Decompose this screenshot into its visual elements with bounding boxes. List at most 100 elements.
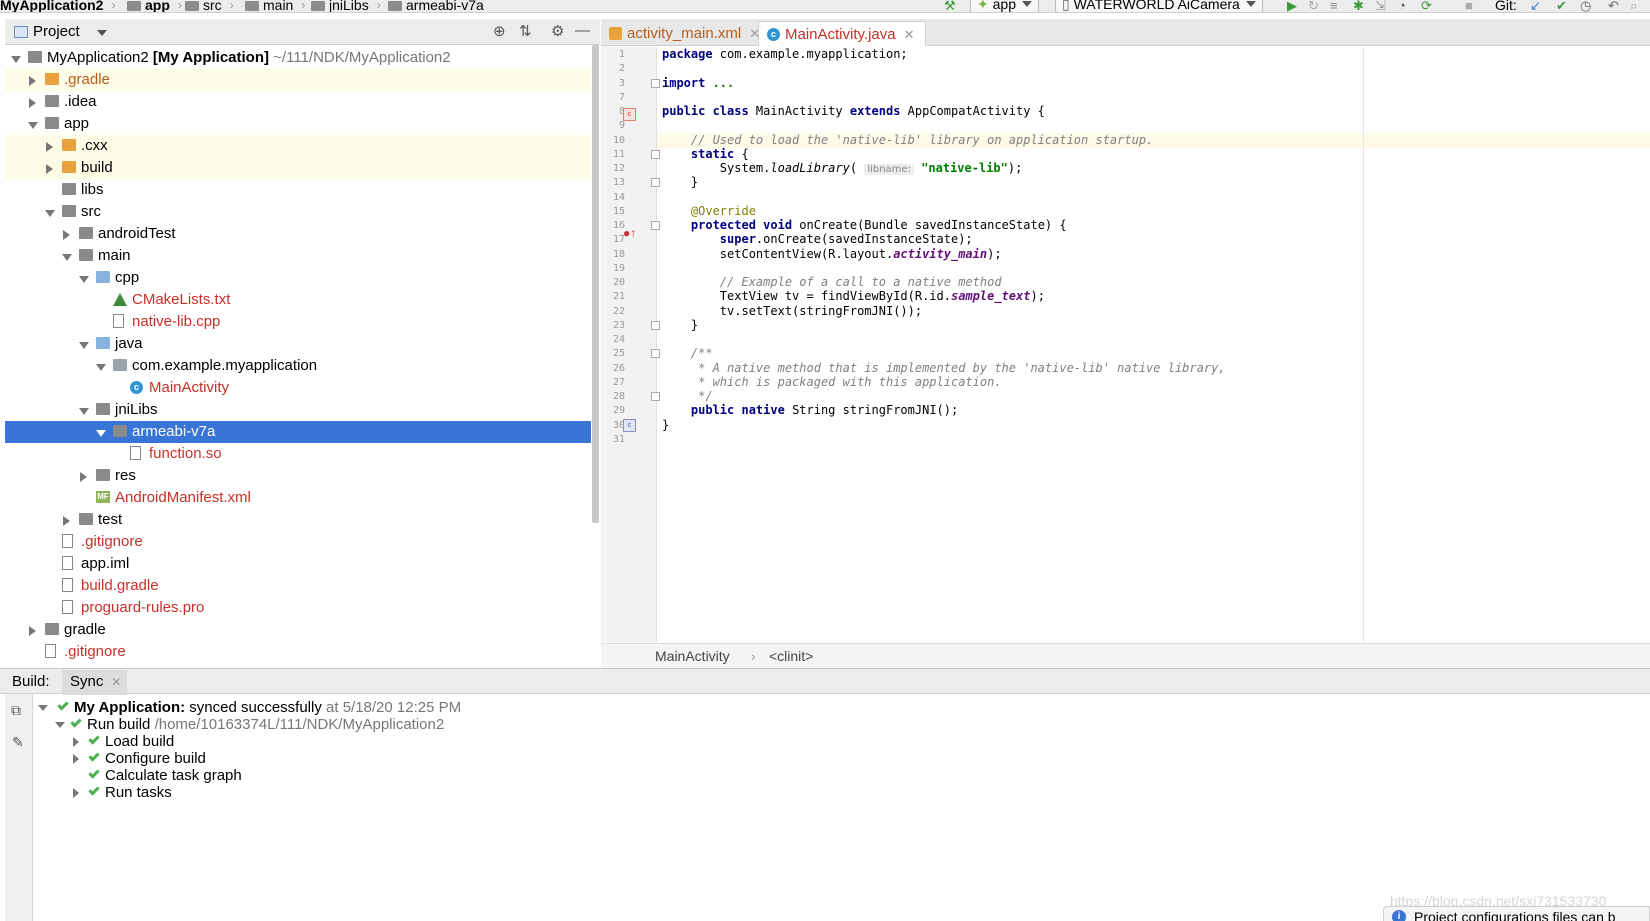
close-icon[interactable]: ✕ — [111, 675, 121, 689]
chevron-down-icon[interactable] — [96, 430, 106, 437]
git-commit-icon[interactable]: ✔ — [1556, 0, 1567, 12]
tree-item[interactable]: main — [5, 245, 591, 267]
tree-item[interactable]: CMakeLists.txt — [5, 289, 591, 311]
rollback-icon[interactable]: ↶ — [1608, 0, 1619, 12]
close-icon[interactable]: ✕ — [904, 27, 915, 42]
tree-item[interactable]: armeabi-v7a — [5, 421, 591, 443]
code-line[interactable]: setContentView(R.layout.activity_main); — [662, 247, 1002, 262]
build-step-row[interactable]: Run tasks — [72, 784, 472, 802]
breadcrumb-item[interactable]: MyApplication2 › — [0, 0, 115, 12]
code-line[interactable]: public native String stringFromJNI(); — [662, 403, 958, 418]
tree-item[interactable]: .cxx — [5, 135, 591, 157]
code-line[interactable]: } — [662, 318, 698, 333]
tree-item[interactable]: .gitignore — [5, 641, 591, 663]
chevron-right-icon[interactable] — [46, 164, 53, 174]
override-marker-icon[interactable]: ●↑ — [623, 226, 636, 240]
tab-activity-main-xml[interactable]: activity_main.xml ✕ — [601, 21, 770, 46]
build-step-row[interactable]: Configure build — [72, 750, 472, 768]
chevron-down-icon[interactable] — [38, 705, 48, 711]
code-editor[interactable]: package com.example.myapplication; import… — [657, 47, 1650, 642]
fold-marker-icon[interactable] — [651, 149, 660, 159]
profile-icon[interactable]: ◔ — [1398, 0, 1406, 12]
chevron-down-icon[interactable] — [62, 254, 72, 261]
sync-icon[interactable]: ⟳ — [1421, 0, 1432, 12]
tree-item[interactable]: app.iml — [5, 553, 591, 575]
code-line[interactable]: @Override — [662, 204, 756, 219]
code-line[interactable]: package com.example.myapplication; — [662, 47, 908, 62]
run-build-row[interactable]: Run build /home/10163374L/111/NDK/MyAppl… — [55, 716, 855, 734]
attach-debugger-icon[interactable]: ⇲ — [1375, 0, 1386, 12]
hide-panel-icon[interactable]: — — [575, 22, 590, 39]
breadcrumb-member[interactable]: <clinit> — [769, 648, 813, 664]
collapse-all-icon[interactable]: ⇅ — [519, 22, 532, 40]
project-scrollbar[interactable] — [591, 45, 600, 667]
code-line[interactable]: TextView tv = findViewById(R.id.sample_t… — [662, 289, 1045, 304]
stop-icon[interactable]: ■ — [1465, 0, 1473, 12]
fold-marker-icon[interactable] — [651, 178, 660, 188]
project-view-select[interactable]: Project — [33, 23, 80, 40]
fold-marker-icon[interactable] — [651, 78, 660, 88]
tree-item[interactable]: build — [5, 157, 591, 179]
pin-icon[interactable]: ✎ — [12, 734, 24, 751]
chevron-down-icon[interactable] — [45, 210, 55, 217]
tree-item[interactable]: java — [5, 333, 591, 355]
chevron-down-icon[interactable] — [79, 342, 89, 349]
cpp-nav-icon[interactable]: c — [623, 108, 636, 121]
tree-item[interactable]: androidTest — [5, 223, 591, 245]
run-icon[interactable]: ▶ — [1287, 0, 1297, 12]
tree-item[interactable]: MyApplication2 [My Application] ~/111/ND… — [5, 47, 591, 69]
chevron-right-icon[interactable] — [63, 230, 70, 240]
code-line[interactable]: protected void onCreate(Bundle savedInst… — [662, 218, 1067, 233]
notification-balloon[interactable]: i Project configurations files can b — [1383, 906, 1650, 921]
run-config-select[interactable]: ✦ app — [970, 0, 1039, 12]
toggle-view-icon[interactable]: ⧉ — [11, 702, 21, 719]
tree-item[interactable]: app — [5, 113, 591, 135]
tree-item[interactable]: function.so — [5, 443, 591, 465]
code-line[interactable]: // Used to load the 'native-lib' library… — [657, 132, 1650, 148]
editor-gutter[interactable]: 1 2 3 7 8 9 10 11 12 13 14 15 16 17 18 19 20 21 22 23 24 25 26… — [601, 47, 657, 642]
tree-item[interactable]: MF AndroidManifest.xml — [5, 487, 591, 509]
code-line[interactable]: */ — [662, 389, 712, 404]
tree-item[interactable]: jniLibs — [5, 399, 591, 421]
chevron-right-icon[interactable] — [29, 626, 36, 636]
tree-item[interactable]: proguard-rules.pro — [5, 597, 591, 619]
breadcrumb-item[interactable]: jniLibs › — [311, 0, 381, 12]
code-line[interactable]: * which is packaged with this applicatio… — [662, 375, 1001, 390]
chevron-down-icon[interactable] — [79, 276, 89, 283]
tab-sync[interactable]: Sync ✕ — [62, 670, 128, 695]
code-line[interactable]: super.onCreate(savedInstanceState); — [662, 232, 973, 247]
tree-item[interactable]: cpp — [5, 267, 591, 289]
tree-item[interactable]: .gradle — [5, 69, 591, 91]
hammer-icon[interactable]: ⚒ — [944, 0, 956, 12]
code-line[interactable]: tv.setText(stringFromJNI()); — [662, 304, 922, 319]
chevron-right-icon[interactable] — [73, 788, 79, 798]
tree-item[interactable]: native-lib.cpp — [5, 311, 591, 333]
code-line[interactable]: import ... — [662, 76, 734, 91]
chevron-down-icon[interactable] — [11, 56, 21, 63]
tab-mainactivity-java[interactable]: c MainActivity.java ✕ — [758, 21, 926, 46]
tree-item[interactable]: res — [5, 465, 591, 487]
chevron-right-icon[interactable] — [73, 754, 79, 764]
breadcrumb-item[interactable]: armeabi-v7a — [388, 0, 484, 12]
code-line[interactable]: // Example of a call to a native method — [662, 275, 1002, 290]
search-everywhere-icon[interactable]: ⌕ — [1630, 0, 1637, 12]
code-line[interactable]: } — [662, 175, 698, 190]
git-update-icon[interactable]: ↙ — [1530, 0, 1541, 12]
chevron-right-icon[interactable] — [63, 516, 70, 526]
breadcrumb-item[interactable]: src › — [185, 0, 234, 12]
tree-item[interactable]: c MainActivity — [5, 377, 591, 399]
chevron-right-icon[interactable] — [80, 472, 87, 482]
native-method-icon[interactable]: c — [623, 419, 636, 432]
breadcrumb-class[interactable]: MainActivity — [655, 648, 730, 664]
code-line[interactable]: } — [662, 418, 669, 433]
breadcrumb-item[interactable]: app › — [127, 0, 182, 12]
build-step-row[interactable]: Load build — [72, 733, 472, 751]
chevron-right-icon[interactable] — [29, 76, 36, 86]
code-line[interactable]: static { — [662, 147, 749, 162]
history-icon[interactable]: ◷ — [1580, 0, 1591, 12]
tree-item[interactable]: .idea — [5, 91, 591, 113]
chevron-down-icon[interactable] — [55, 722, 65, 728]
breadcrumb-item[interactable]: main › — [245, 0, 305, 12]
chevron-down-icon[interactable] — [97, 30, 107, 36]
tree-item[interactable]: src — [5, 201, 591, 223]
